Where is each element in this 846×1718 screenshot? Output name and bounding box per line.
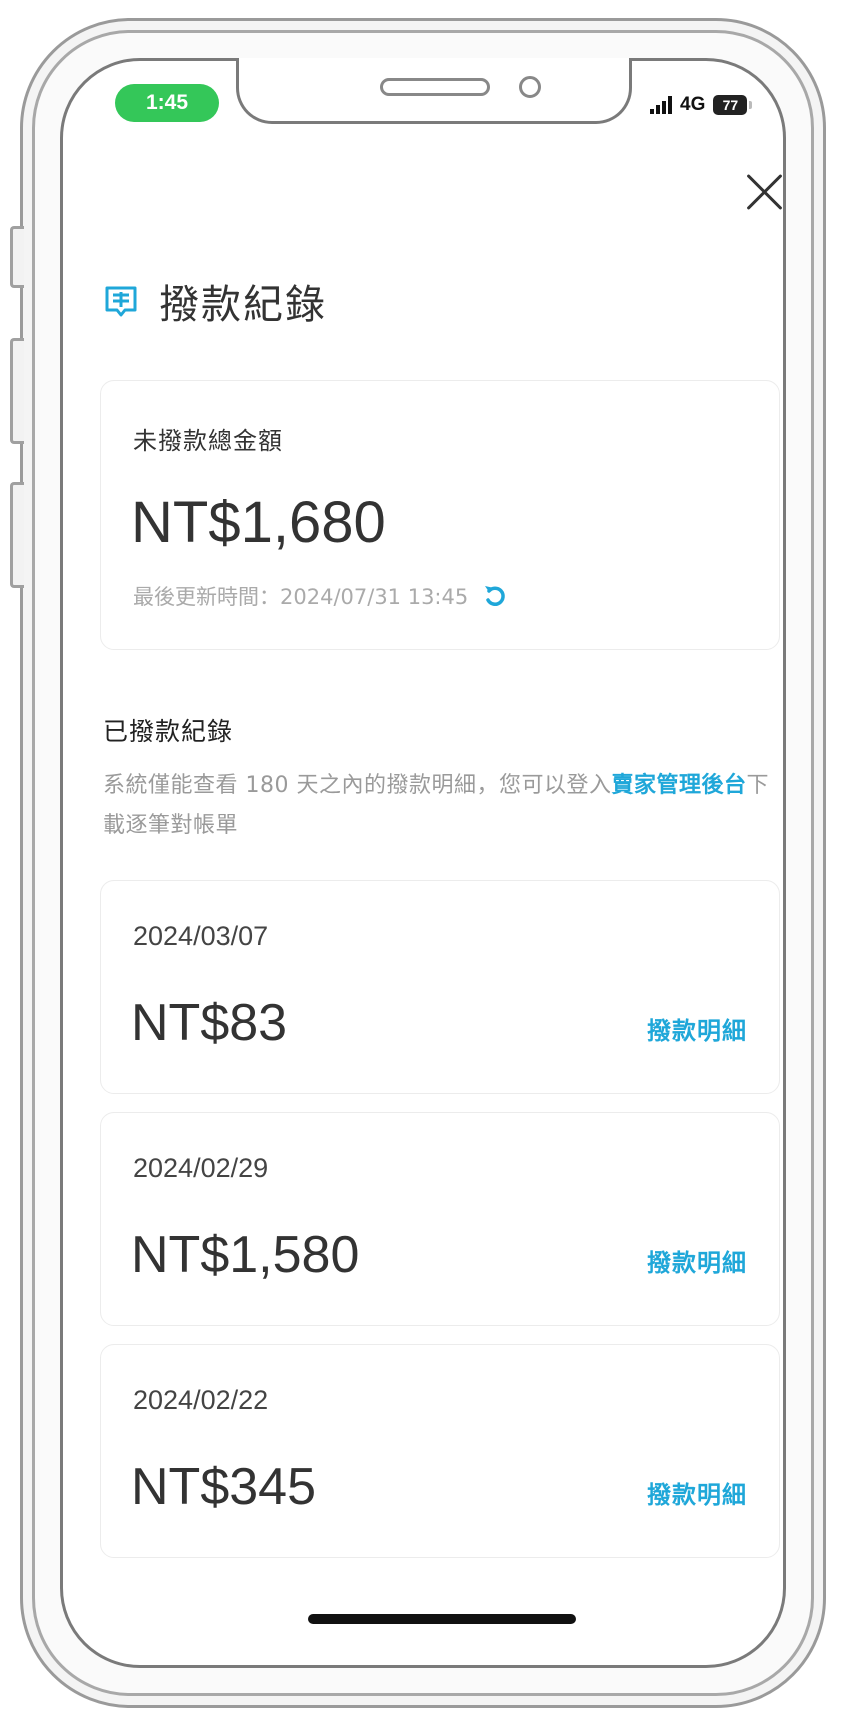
history-notice: 系統僅能查看 180 天之內的撥款明細，您可以登入賣家管理後台下載逐筆對帳單 — [103, 766, 783, 846]
phone-mute-switch — [10, 226, 24, 288]
payout-receipt-icon — [105, 286, 137, 317]
status-time: 1:45 — [115, 84, 219, 122]
page-header: 撥款紀錄 — [103, 272, 327, 330]
close-icon[interactable] — [744, 172, 784, 212]
last-updated-text: 最後更新時間：2024/07/31 13:45 — [133, 585, 469, 609]
unpaid-total-label: 未撥款總金額 — [133, 427, 283, 455]
cellular-signal-icon — [650, 96, 672, 114]
payout-amount: NT$1,580 — [131, 1226, 360, 1284]
refresh-icon[interactable] — [482, 583, 508, 609]
payout-amount: NT$83 — [131, 994, 288, 1052]
payout-detail-link[interactable]: 撥款明細 — [647, 1475, 747, 1510]
phone-volume-up — [10, 338, 24, 444]
unpaid-summary-card: 未撥款總金額 NT$1,680 最後更新時間：2024/07/31 13:45 — [100, 380, 780, 650]
paid-history-title: 已撥款紀錄 — [103, 717, 234, 746]
home-indicator[interactable] — [308, 1614, 576, 1624]
payout-date: 2024/02/22 — [133, 1385, 269, 1415]
unpaid-total-amount: NT$1,680 — [131, 490, 386, 555]
front-camera — [519, 76, 541, 98]
battery-level: 77 — [722, 97, 739, 113]
payout-record-card: 2024/03/07 NT$83 撥款明細 — [100, 880, 780, 1094]
page-title: 撥款紀錄 — [159, 282, 327, 328]
last-updated-row: 最後更新時間：2024/07/31 13:45 — [133, 581, 508, 611]
payout-date: 2024/03/07 — [133, 921, 269, 951]
battery-icon: 77 — [713, 95, 753, 115]
payout-record-card: 2024/02/22 NT$345 撥款明細 — [100, 1344, 780, 1558]
payout-record-card: 2024/02/29 NT$1,580 撥款明細 — [100, 1112, 780, 1326]
payout-detail-link[interactable]: 撥款明細 — [647, 1011, 747, 1046]
status-indicators: 4G 77 — [650, 92, 753, 118]
payout-detail-link[interactable]: 撥款明細 — [647, 1243, 747, 1278]
payout-date: 2024/02/29 — [133, 1153, 269, 1183]
payout-amount: NT$345 — [131, 1458, 316, 1516]
phone-volume-down — [10, 482, 24, 588]
network-type: 4G — [680, 94, 706, 115]
seller-center-link[interactable]: 賣家管理後台 — [611, 773, 746, 798]
speaker-grille — [380, 78, 490, 96]
notice-text: 系統僅能查看 180 天之內的撥款明細，您可以登入 — [103, 773, 612, 798]
